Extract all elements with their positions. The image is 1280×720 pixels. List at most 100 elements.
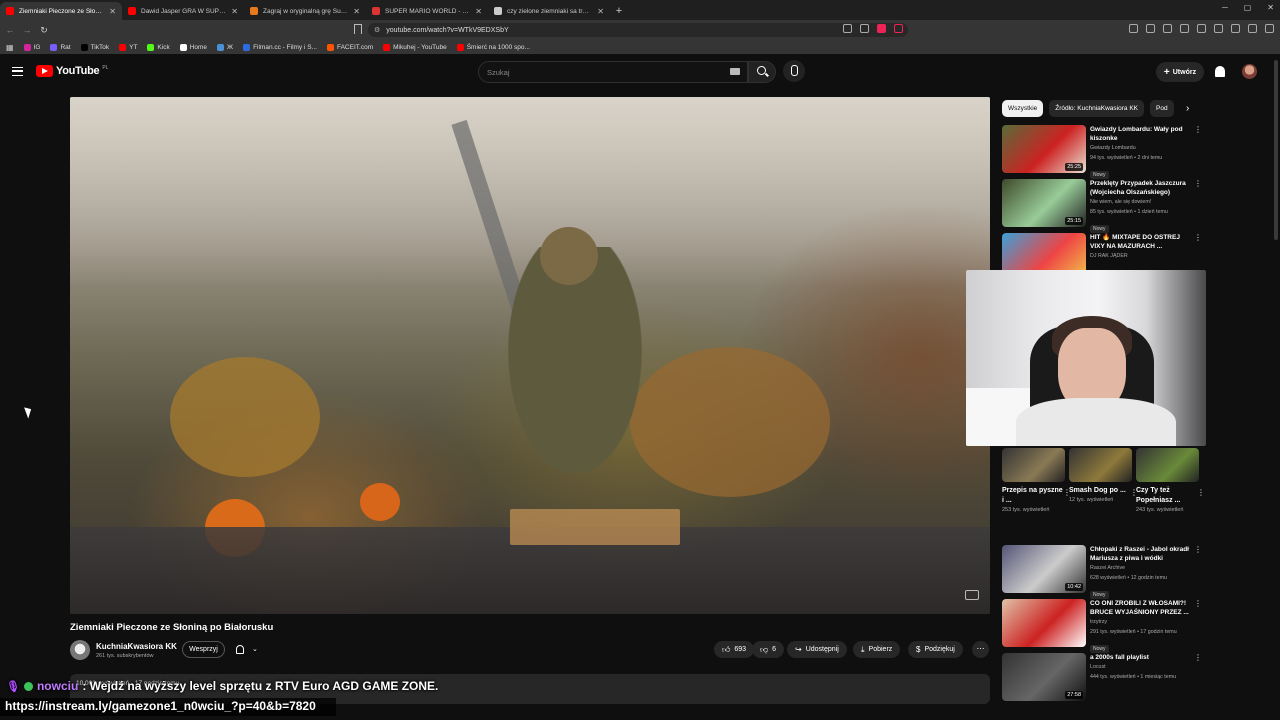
video-title[interactable]: HIT 🔥 MIXTAPE DO OSTREJ VIXY NA MAZURACH… xyxy=(1090,233,1194,251)
video-title[interactable]: Gwiazdy Lombardu: Wały pod kiszonke xyxy=(1090,125,1194,143)
bookmark-page-icon[interactable] xyxy=(354,24,362,34)
account-avatar[interactable] xyxy=(1242,64,1257,79)
channel-name[interactable]: trzytrzy xyxy=(1090,617,1194,627)
more-options-icon[interactable]: ⋮ xyxy=(1194,653,1202,662)
subscription-bell-icon[interactable] xyxy=(236,645,244,654)
bookmark-item[interactable]: Home xyxy=(179,43,207,51)
more-actions-icon[interactable]: ⋯ xyxy=(972,641,989,658)
short-video[interactable]: Przepis na pyszne i ... 253 tys. wyświetl… xyxy=(1002,448,1071,514)
voice-search-mic-icon[interactable] xyxy=(783,60,805,82)
join-button[interactable]: Wesprzyj xyxy=(182,641,225,658)
more-options-icon[interactable]: ⋮ xyxy=(1194,545,1202,554)
channel-name[interactable]: Locust xyxy=(1090,662,1194,672)
channel-avatar[interactable] xyxy=(70,640,90,660)
recommended-video[interactable]: 25:25 Gwiazdy Lombardu: Wały pod kiszonke… xyxy=(1002,125,1202,179)
keyboard-icon[interactable] xyxy=(730,68,740,75)
browser-tab[interactable]: czy zielone ziemniaki sa trujace - Sz ✕ xyxy=(488,2,610,20)
browser-tab[interactable]: SUPER MARIO WORLD - Play the ret ✕ xyxy=(366,2,488,20)
browser-tab[interactable]: Dawid Jasper GRA W SUPER MARIO ✕ xyxy=(122,2,244,20)
channel-name[interactable]: Nie wiem, ale się dowiem! xyxy=(1090,197,1194,207)
minimize-icon[interactable]: ─ xyxy=(1222,3,1228,12)
bookmark-item[interactable]: IG xyxy=(23,43,40,51)
chevron-down-icon[interactable]: ⌄ xyxy=(252,645,258,653)
shield-icon[interactable] xyxy=(877,24,886,33)
extension-icon[interactable] xyxy=(1146,24,1155,33)
more-options-icon[interactable]: ⋮ xyxy=(1194,125,1202,134)
music-icon[interactable] xyxy=(1197,24,1206,33)
extension-badge-icon[interactable] xyxy=(894,24,903,33)
bookmark-item[interactable]: Rat xyxy=(50,43,71,51)
site-info-icon[interactable]: ⚙ xyxy=(374,26,380,34)
page-scrollbar[interactable] xyxy=(1274,60,1278,240)
url-field[interactable]: ⚙ youtube.com/watch?v=WTkV9EDXSbY xyxy=(368,23,908,37)
leo-icon[interactable] xyxy=(1248,24,1257,33)
recommended-video[interactable]: 27:58 a 2000s fall playlist Locust 444 tys.… xyxy=(1002,653,1202,703)
forward-icon[interactable]: → xyxy=(20,25,34,35)
bookmark-item[interactable]: Filman.cc - Filmy i S... xyxy=(243,43,317,51)
create-button[interactable]: + Utwórz xyxy=(1156,62,1204,82)
video-thumbnail[interactable]: 27:58 xyxy=(1002,653,1086,701)
tab-close-icon[interactable]: ✕ xyxy=(231,7,238,16)
notifications-bell-icon[interactable] xyxy=(1215,66,1225,77)
like-button[interactable]: 👍︎ 693 xyxy=(714,641,755,658)
video-thumbnail[interactable]: 10:42 xyxy=(1002,545,1086,593)
channel-name[interactable]: DJ RAK JĄDER xyxy=(1090,251,1194,261)
extension-icon[interactable] xyxy=(1163,24,1172,33)
maximize-icon[interactable]: ▢ xyxy=(1244,3,1252,12)
back-icon[interactable]: ← xyxy=(3,25,17,35)
chevron-right-icon[interactable]: › xyxy=(1186,103,1189,114)
recommended-video[interactable]: 10:42 Chłopaki z Raszei - Jabol okradł Ma… xyxy=(1002,545,1202,599)
more-options-icon[interactable]: ⋮ xyxy=(1194,233,1202,242)
bookmark-item[interactable]: YT xyxy=(119,43,137,51)
recommended-video[interactable]: CO ONI ZROBILI Z WŁOSAMI?! BRUCE WYJAŚNI… xyxy=(1002,599,1202,653)
hamburger-menu-icon[interactable] xyxy=(12,67,23,76)
channel-name[interactable]: Raszei Archive xyxy=(1090,563,1194,573)
short-thumbnail[interactable] xyxy=(1069,448,1132,482)
download-button[interactable]: ⤓ Pobierz xyxy=(853,641,901,658)
reload-icon[interactable]: ↻ xyxy=(37,25,51,36)
filter-chip[interactable]: Wszystkie xyxy=(1002,100,1044,117)
bookmark-item[interactable]: Śmierć na 1000 spo... xyxy=(456,43,530,51)
dislike-button[interactable]: 👎︎ 6 xyxy=(752,641,785,658)
more-options-icon[interactable]: ⋮ xyxy=(1194,599,1202,608)
video-title[interactable]: Przeklęty Przypadek Jaszczura (Wojciecha… xyxy=(1090,179,1194,197)
new-tab-icon[interactable]: + xyxy=(610,2,628,20)
short-title[interactable]: Smash Dog po ... xyxy=(1069,486,1132,496)
thanks-button[interactable]: $ Podziękuj xyxy=(908,641,963,658)
video-player[interactable] xyxy=(70,97,990,614)
recommended-video[interactable]: 25:15 Przeklęty Przypadek Jaszczura (Wojc… xyxy=(1002,179,1202,233)
video-thumbnail[interactable]: 25:15 xyxy=(1002,179,1086,227)
bookmark-item[interactable]: TikTok xyxy=(80,43,109,51)
more-options-icon[interactable]: ⋮ xyxy=(1194,179,1202,188)
tab-close-icon[interactable]: ✕ xyxy=(353,7,360,16)
short-video[interactable]: Smash Dog po ... 12 tys. wyświetleń ⋮ xyxy=(1069,448,1138,504)
sidebar-icon[interactable] xyxy=(1214,24,1223,33)
short-video[interactable]: Czy Ty też Popełniasz ... 243 tys. wyświe… xyxy=(1136,448,1205,514)
short-thumbnail[interactable] xyxy=(1002,448,1065,482)
cast-icon[interactable] xyxy=(843,24,852,33)
filter-chip[interactable]: Źródło: KuchniaKwasiora KK xyxy=(1049,100,1144,117)
extension-icon[interactable] xyxy=(1180,24,1189,33)
channel-name[interactable]: KuchniaKwasiora KK xyxy=(96,642,177,651)
share-icon[interactable] xyxy=(860,24,869,33)
tab-close-icon[interactable]: ✕ xyxy=(597,7,604,16)
close-window-icon[interactable]: ✕ xyxy=(1267,3,1274,12)
menu-icon[interactable] xyxy=(1265,24,1274,33)
more-options-icon[interactable]: ⋮ xyxy=(1197,488,1205,497)
short-thumbnail[interactable] xyxy=(1136,448,1199,482)
short-title[interactable]: Przepis na pyszne i ... xyxy=(1002,486,1065,506)
video-title[interactable]: a 2000s fall playlist xyxy=(1090,653,1194,662)
tab-close-icon[interactable]: ✕ xyxy=(109,7,116,16)
browser-tab[interactable]: Zagraj w oryginalną grę Super Mario ✕ xyxy=(244,2,366,20)
search-input[interactable]: Szukaj xyxy=(478,61,748,83)
extension-icon[interactable] xyxy=(1129,24,1138,33)
filter-chip[interactable]: Pod xyxy=(1150,100,1174,117)
video-title[interactable]: Chłopaki z Raszei - Jabol okradł Mariusz… xyxy=(1090,545,1194,563)
apps-grid-icon[interactable]: ▦ xyxy=(6,43,14,52)
channel-name[interactable]: Gwiazdy Lombardu xyxy=(1090,143,1194,153)
video-title[interactable]: CO ONI ZROBILI Z WŁOSAMI?! BRUCE WYJAŚNI… xyxy=(1090,599,1194,617)
video-thumbnail[interactable]: 25:25 xyxy=(1002,125,1086,173)
tab-close-icon[interactable]: ✕ xyxy=(475,7,482,16)
bookmark-item[interactable]: Ж xyxy=(217,43,233,51)
video-thumbnail[interactable] xyxy=(1002,599,1086,647)
